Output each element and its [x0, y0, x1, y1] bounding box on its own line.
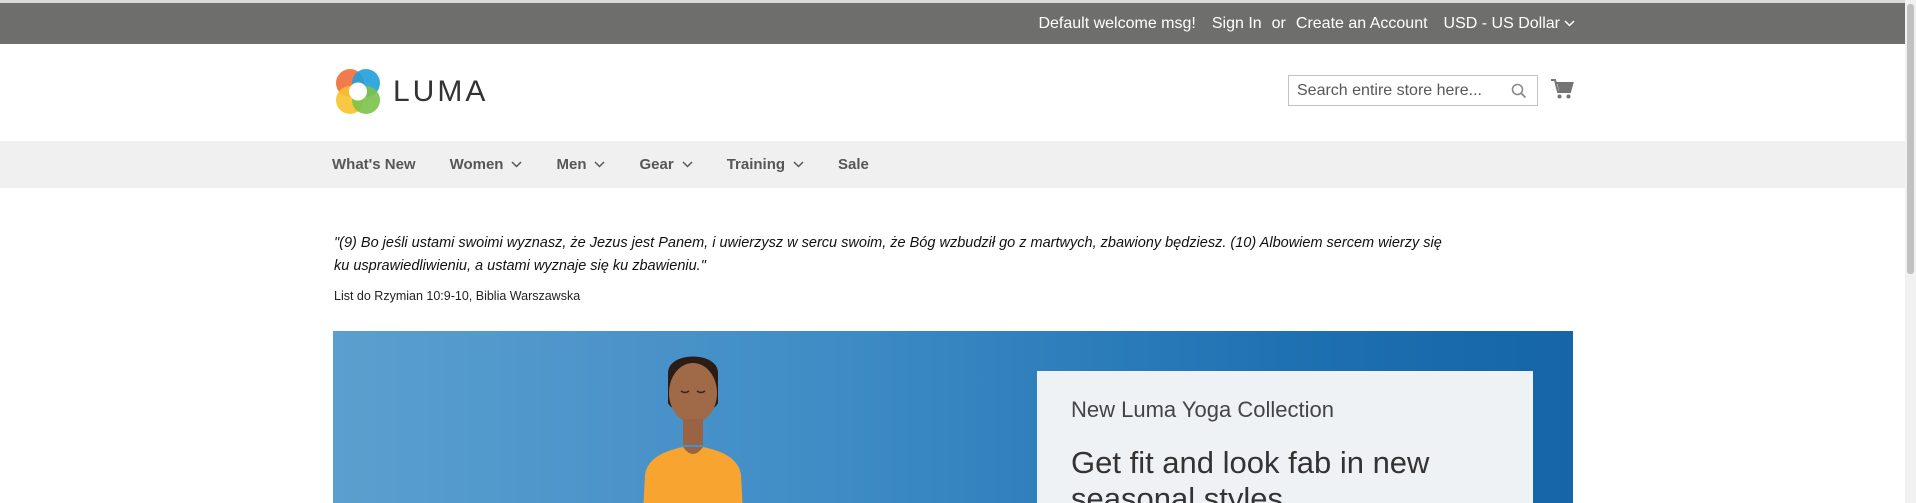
currency-switcher[interactable]: USD - US Dollar	[1444, 15, 1575, 33]
chevron-down-icon	[511, 161, 523, 168]
search-icon[interactable]	[1511, 83, 1527, 99]
or-text: or	[1271, 14, 1286, 32]
chevron-down-icon	[1564, 20, 1575, 27]
main-navigation: What's New Women Men Gear Training Sale	[0, 141, 1905, 188]
panel-links: Default welcome msg! Sign In or Create a…	[1038, 3, 1575, 44]
search-box	[1288, 75, 1538, 106]
hero-headline: Get fit and look fab in new seasonal sty…	[1071, 445, 1430, 503]
nav-item-label: Training	[726, 156, 786, 173]
chevron-down-icon	[594, 161, 606, 168]
nav-item-training[interactable]: Training	[727, 156, 804, 173]
nav-item-sale[interactable]: Sale	[838, 156, 869, 173]
welcome-message: Default welcome msg!	[1038, 14, 1196, 32]
nav-item-label: Women	[449, 156, 504, 173]
logo[interactable]: LUMA	[333, 66, 488, 118]
page-scrollbar[interactable]	[1905, 0, 1916, 503]
nav-item-gear[interactable]: Gear	[639, 156, 693, 173]
bible-quote: "(9) Bo jeśli ustami swoimi wyznasz, że …	[334, 235, 1442, 274]
nav-item-label: What's New	[332, 156, 416, 173]
hero-promo-box: New Luma Yoga Collection Get fit and loo…	[1037, 371, 1533, 503]
hero-kicker: New Luma Yoga Collection	[1071, 397, 1334, 422]
nav-item-whats-new[interactable]: What's New	[332, 156, 416, 173]
quote-source: List do Rzymian 10:9-10, Biblia Warszaws…	[334, 289, 581, 303]
chevron-down-icon	[793, 161, 804, 168]
search-input[interactable]	[1289, 76, 1499, 105]
panel-header: Default welcome msg! Sign In or Create a…	[0, 3, 1905, 44]
nav-item-label: Sale	[838, 156, 869, 173]
nav-item-label: Gear	[639, 156, 674, 173]
create-account-link[interactable]: Create an Account	[1296, 15, 1428, 33]
scrollbar-thumb[interactable]	[1907, 4, 1914, 274]
logo-text: LUMA	[393, 75, 489, 108]
yoga-model-image	[643, 356, 743, 503]
luma-logo-icon	[336, 69, 380, 114]
currency-label: USD - US Dollar	[1443, 14, 1560, 32]
site-header: LUMA	[0, 44, 1905, 141]
nav-item-women[interactable]: Women	[450, 156, 523, 173]
nav-item-men[interactable]: Men	[556, 156, 606, 173]
sign-in-link[interactable]: Sign In	[1212, 15, 1262, 33]
chevron-down-icon	[682, 161, 693, 168]
hero-banner[interactable]: New Luma Yoga Collection Get fit and loo…	[333, 331, 1573, 503]
cart-icon[interactable]	[1550, 78, 1574, 100]
nav-item-label: Men	[556, 156, 587, 173]
